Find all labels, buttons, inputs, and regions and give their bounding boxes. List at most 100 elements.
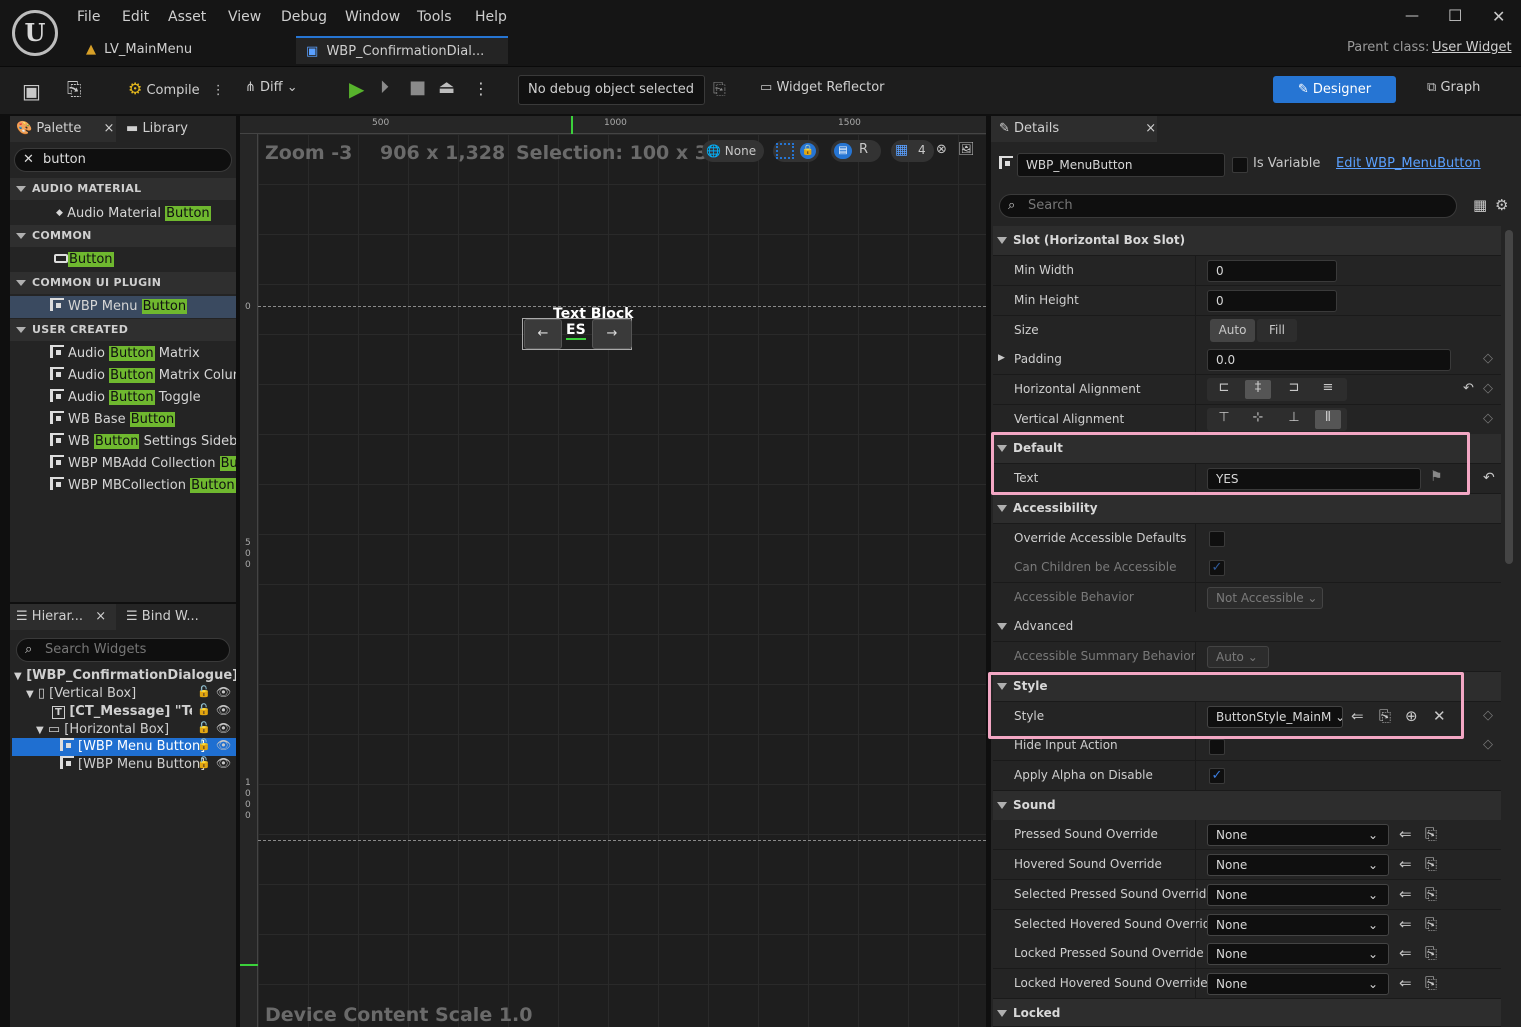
palette-category[interactable]: COMMON: [10, 225, 236, 247]
section-sound[interactable]: Sound: [993, 791, 1501, 821]
keyframe-diamond-icon[interactable]: ◇: [1483, 411, 1493, 426]
diff-button[interactable]: ⋔ Diff ⌄: [245, 80, 298, 95]
compile-button[interactable]: ⚙ Compile ⋮: [128, 79, 225, 103]
sound-select[interactable]: None ⌄: [1207, 973, 1389, 995]
eye-icon[interactable]: 👁: [216, 685, 231, 699]
tab-bind-widgets[interactable]: ☰ Bind W...: [126, 604, 236, 630]
tab-details[interactable]: ✎ Details ×: [991, 116, 1157, 142]
align-right-icon[interactable]: ⊐: [1281, 380, 1307, 399]
row-advanced[interactable]: Advanced: [993, 612, 1501, 642]
palette-category[interactable]: AUDIO MATERIAL: [10, 178, 236, 200]
override-accessible-checkbox[interactable]: [1209, 531, 1225, 547]
browse-asset-icon[interactable]: ⎘: [1425, 915, 1437, 933]
is-variable-checkbox[interactable]: [1232, 157, 1248, 173]
gear-icon[interactable]: ⚙: [1495, 196, 1508, 214]
hierarchy-row-root[interactable]: ▼ [WBP_ConfirmationDialogue]: [14, 667, 236, 685]
graph-button[interactable]: ⧉ Graph: [1427, 80, 1480, 95]
nudge-right-button[interactable]: →: [592, 319, 632, 349]
sound-select[interactable]: None ⌄: [1207, 854, 1389, 876]
parent-class-link[interactable]: User Widget: [1432, 40, 1512, 55]
menu-view[interactable]: View: [228, 9, 261, 25]
palette-item[interactable]: WBP MBCollection Button: [50, 475, 236, 497]
designer-button[interactable]: ✎ Designer: [1273, 76, 1396, 103]
align-left-icon[interactable]: ⊏: [1211, 380, 1237, 399]
palette-item[interactable]: WB Button Settings Sidebar: [50, 431, 236, 453]
tab-palette[interactable]: 🎨 Palette ×: [10, 116, 116, 142]
edit-widget-link[interactable]: Edit WBP_MenuButton: [1336, 156, 1481, 171]
browse-icon[interactable]: ⎘: [67, 79, 81, 100]
close-icon[interactable]: ×: [104, 121, 115, 136]
min-height-input[interactable]: 0: [1207, 290, 1337, 312]
align-vfill-icon[interactable]: Ⅱ: [1315, 410, 1341, 429]
details-search-input[interactable]: ⌕ Search: [999, 194, 1457, 218]
menu-asset[interactable]: Asset: [168, 9, 206, 25]
menu-edit[interactable]: Edit: [122, 9, 149, 25]
reset-arrow-icon[interactable]: ↶: [1483, 470, 1495, 486]
padding-input[interactable]: 0.0: [1207, 349, 1451, 371]
clear-search-icon[interactable]: ✕: [23, 149, 34, 171]
align-middle-icon[interactable]: ⊹: [1245, 410, 1271, 429]
hierarchy-row-ct-message[interactable]: T [CT_Message] "Text Block": [52, 703, 192, 721]
browse-asset-icon[interactable]: ⎘: [1425, 944, 1437, 962]
close-icon[interactable]: ×: [95, 609, 106, 624]
hierarchy-search-input[interactable]: ⌕ Search Widgets: [16, 638, 230, 662]
sound-select[interactable]: None ⌄: [1207, 943, 1389, 965]
menu-window[interactable]: Window: [345, 9, 400, 25]
size-fill-button[interactable]: Fill: [1257, 319, 1297, 342]
zoom-to-fit-icon[interactable]: ⊗: [936, 142, 947, 157]
save-icon[interactable]: ▣: [22, 79, 41, 103]
accessible-behavior-select[interactable]: Not Accessible ⌄: [1207, 587, 1323, 609]
menu-help[interactable]: Help: [475, 9, 507, 25]
lock-icon[interactable]: 🔓: [197, 703, 211, 716]
palette-item-audio-material-button[interactable]: ◆ Audio Material Button: [56, 202, 236, 224]
section-locked[interactable]: Locked: [993, 999, 1501, 1027]
tab-lv-mainmenu[interactable]: ▲ LV_MainMenu: [76, 36, 286, 64]
table-view-icon[interactable]: ▦: [1473, 196, 1487, 214]
apply-alpha-checkbox[interactable]: ✓: [1209, 768, 1225, 784]
localization-toggle[interactable]: 🌐 None: [702, 140, 764, 162]
debug-browse-icon[interactable]: ⎘: [713, 79, 726, 99]
menu-tools[interactable]: Tools: [417, 9, 452, 25]
hierarchy-row-wbp-menu-button[interactable]: [WBP Menu Button]: [60, 756, 206, 774]
details-scrollbar[interactable]: [1505, 230, 1513, 564]
widget-reflector-button[interactable]: ▭ Widget Reflector: [760, 80, 885, 95]
close-window-button[interactable]: ✕: [1492, 7, 1505, 26]
sound-select[interactable]: None ⌄: [1207, 884, 1389, 906]
minimize-button[interactable]: —: [1405, 8, 1419, 24]
palette-item[interactable]: Audio Button Matrix Column: [50, 365, 236, 387]
designer-viewport[interactable]: 500 1000 1500 0 5 0 0 1 0 0 0 Zoom -3 90…: [240, 116, 986, 1027]
tab-hierarchy[interactable]: ☰ Hierar... ×: [10, 604, 116, 630]
use-selected-asset-icon[interactable]: ⇐: [1399, 915, 1412, 933]
align-bottom-icon[interactable]: ⊥: [1281, 410, 1307, 429]
close-icon[interactable]: ×: [1145, 121, 1156, 136]
screenshot-icon[interactable]: 🖼: [958, 142, 975, 157]
eject-icon[interactable]: ⏏: [438, 77, 455, 98]
palette-item-button[interactable]: Button: [54, 249, 234, 271]
hierarchy-row-horizontal-box[interactable]: ▼ ▭ [Horizontal Box]: [36, 721, 206, 739]
palette-search-input[interactable]: ✕ button: [14, 148, 232, 172]
align-top-icon[interactable]: ⊤: [1211, 410, 1237, 429]
lock-icon[interactable]: 🔓: [197, 721, 211, 734]
use-selected-asset-icon[interactable]: ⇐: [1399, 885, 1412, 903]
keyframe-diamond-icon[interactable]: ◇: [1483, 737, 1493, 752]
widget-name-input[interactable]: WBP_MenuButton: [1017, 153, 1225, 177]
palette-item[interactable]: Audio Button Matrix: [50, 343, 236, 365]
nudge-left-button[interactable]: ←: [524, 319, 562, 349]
hide-input-checkbox[interactable]: [1209, 739, 1225, 755]
min-width-input[interactable]: 0: [1207, 260, 1337, 282]
stop-icon[interactable]: ■: [409, 77, 426, 98]
align-center-icon[interactable]: ‡: [1245, 380, 1271, 399]
sound-select[interactable]: None ⌄: [1207, 914, 1389, 936]
lock-icon[interactable]: 🔓: [197, 756, 211, 769]
unreal-engine-logo[interactable]: U: [12, 10, 58, 56]
debug-object-select[interactable]: No debug object selected ⌄: [518, 75, 705, 125]
play-options-icon[interactable]: ⋮: [473, 79, 489, 98]
browse-asset-icon[interactable]: ⎘: [1425, 825, 1437, 843]
more-icon[interactable]: ⋮: [212, 83, 225, 98]
palette-item[interactable]: Audio Button Toggle: [50, 387, 236, 409]
use-selected-asset-icon[interactable]: ⇐: [1399, 825, 1412, 843]
palette-item[interactable]: WBP MBAdd Collection Butt: [50, 453, 236, 475]
use-selected-asset-icon[interactable]: ⇐: [1399, 855, 1412, 873]
browse-asset-icon[interactable]: ⎘: [1425, 855, 1437, 873]
palette-item[interactable]: WB Base Button: [50, 409, 236, 431]
